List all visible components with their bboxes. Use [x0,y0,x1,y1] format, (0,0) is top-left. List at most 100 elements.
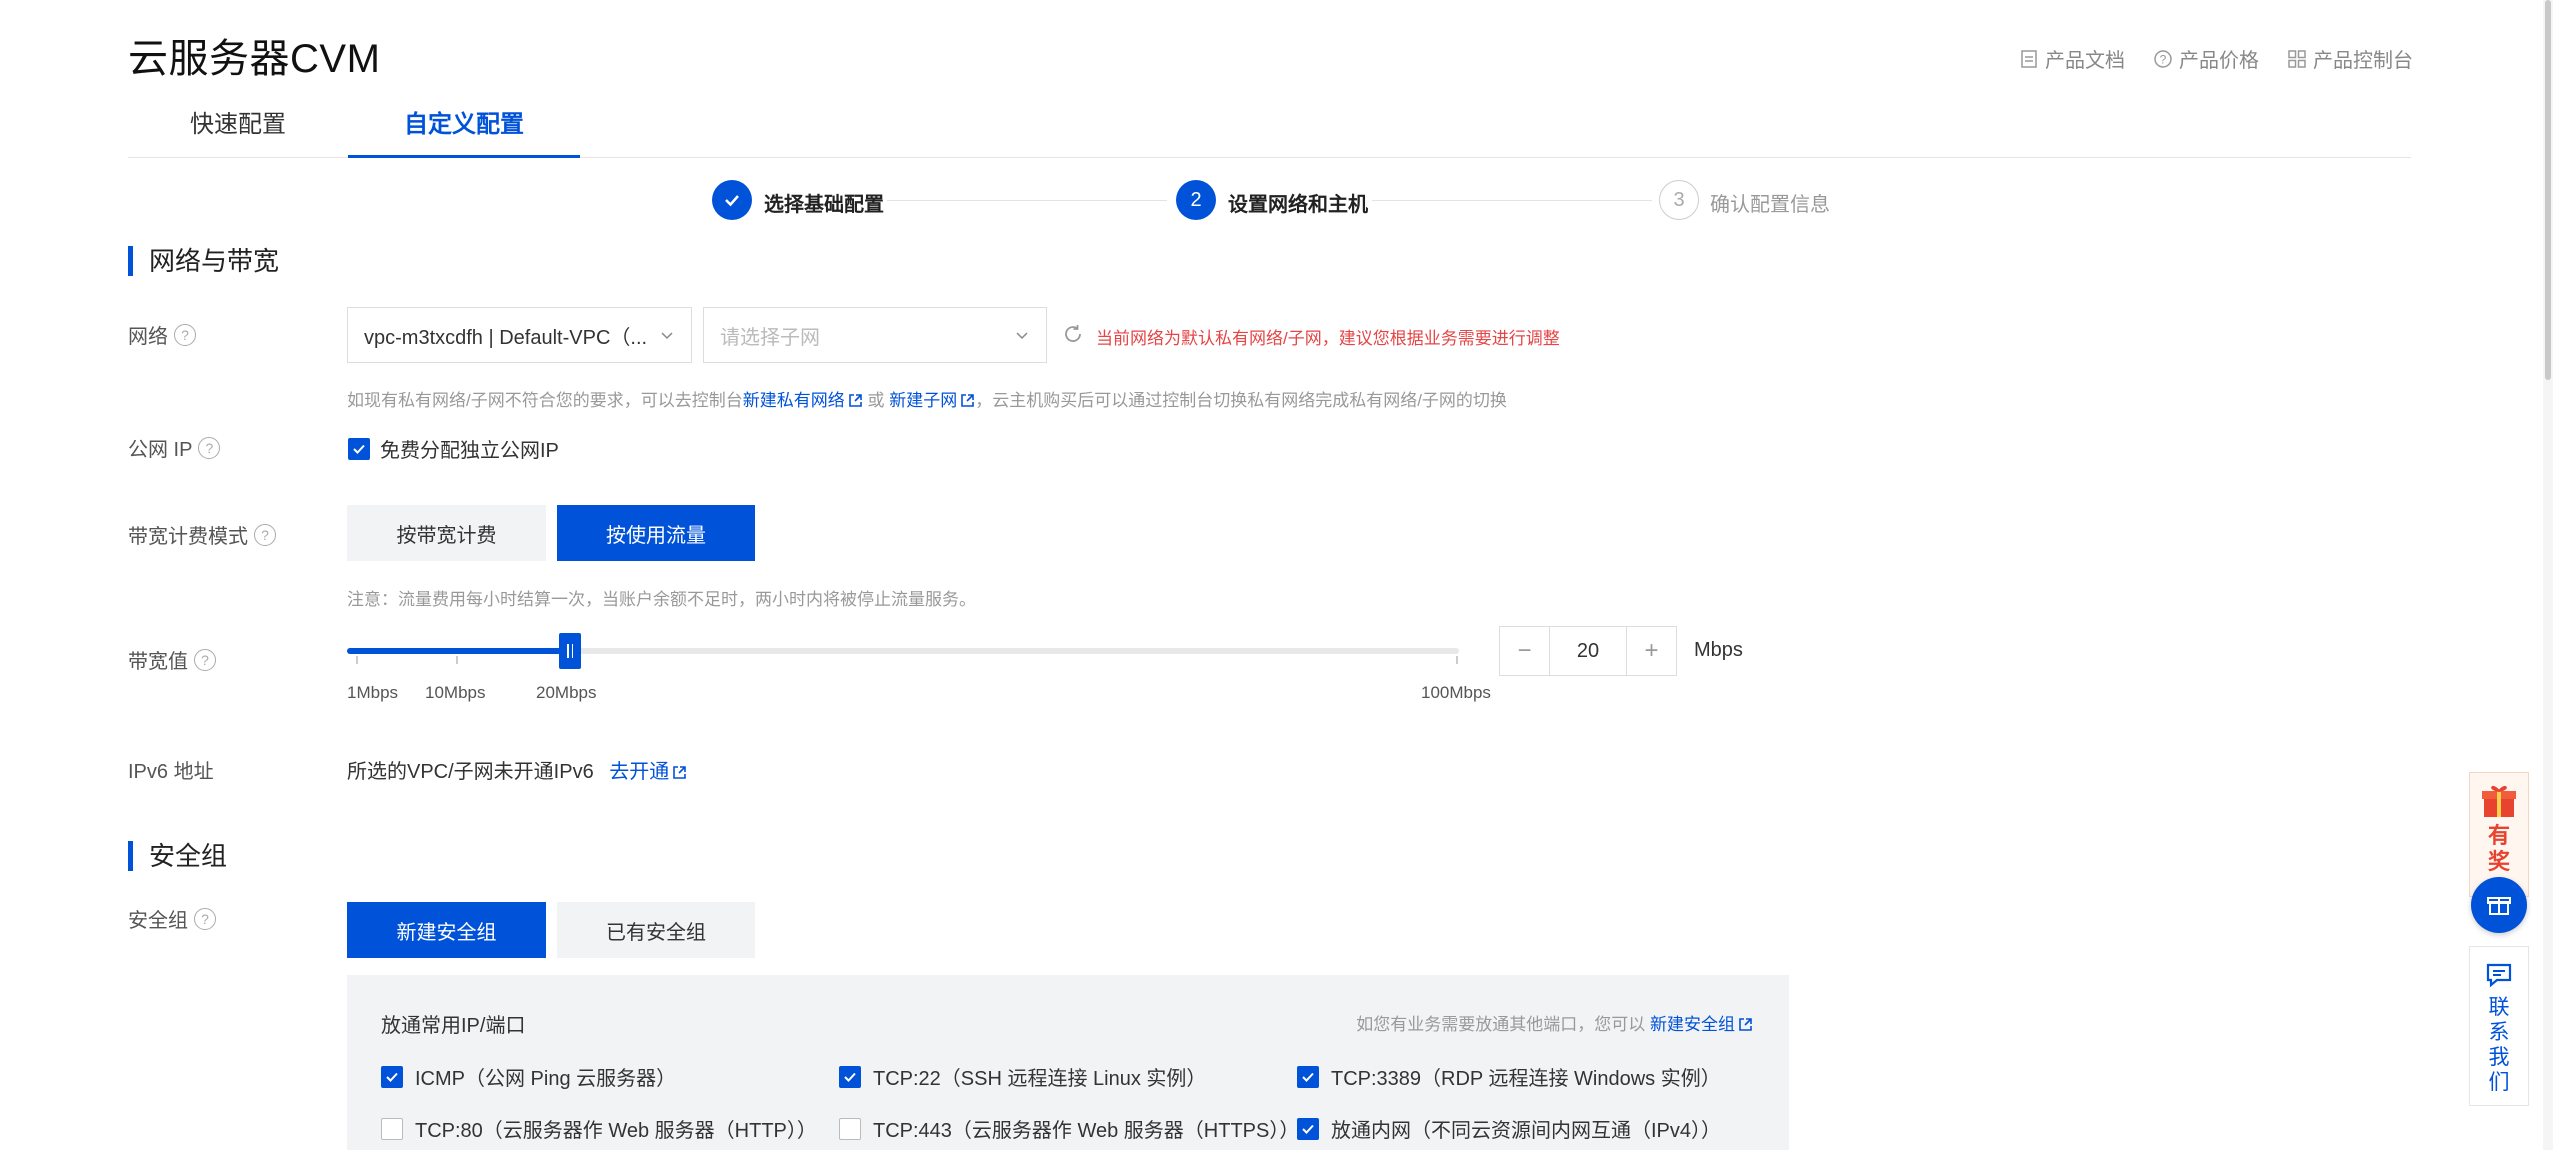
contact-us-widget[interactable]: 联系我们 [2469,946,2529,1106]
billing-by-traffic-button[interactable]: 按使用流量 [557,505,755,561]
contact-us-text: 联系我们 [2488,996,2510,1094]
port-label: TCP:3389（RDP 远程连接 Windows 实例） [1331,1068,1721,1090]
public-ip-checkbox-label: 免费分配独立公网IP [380,440,559,462]
check-icon [1302,1124,1314,1134]
public-ip-label-row: 公网 IP ? [128,433,221,462]
port-option[interactable]: 放通内网（不同云资源间内网互通（IPv4）） [1297,1114,1721,1143]
step-indicator: 选择基础配置 2 设置网络和主机 3 确认配置信息 [712,180,1832,222]
vpc-select-value: vpc-m3txcdfh | Default-VPC（... [364,326,648,349]
config-tabs: 快速配置 自定义配置 [128,100,2411,158]
create-subnet-link-label: 新建子网 [889,391,958,410]
create-vpc-link[interactable]: 新建私有网络 [743,391,863,410]
step-1-check [712,180,752,220]
billing-note: 注意：流量费用每小时结算一次，当账户余额不足时，两小时内将被停止流量服务。 [347,590,976,609]
billing-by-bandwidth-button[interactable]: 按带宽计费 [347,505,546,561]
billing-label-row: 带宽计费模式 ? [128,520,276,549]
bandwidth-stepper: − 20 + [1499,626,1677,676]
subnet-select[interactable]: 请选择子网 [703,307,1047,363]
port-checkbox[interactable] [1297,1117,1319,1140]
create-subnet-link[interactable]: 新建子网 [889,391,975,410]
stepper-minus-button[interactable]: − [1500,627,1550,675]
step-3-circle: 3 [1659,180,1699,220]
security-section-title: 安全组 [128,841,227,871]
step-divider [887,200,1167,201]
stepper-plus-button[interactable]: + [1626,627,1676,675]
tab-quick-config[interactable]: 快速配置 [128,100,348,158]
public-ip-option[interactable]: 免费分配独立公网IP [348,434,559,463]
reward-text: 有奖 [2487,823,2510,874]
bandwidth-label: 带宽值 [128,651,188,673]
slider-tick [456,656,458,664]
step-1-label: 选择基础配置 [764,194,884,216]
check-icon [725,195,739,207]
product-docs-link[interactable]: 产品文档 [2019,44,2125,73]
svg-text:?: ? [2160,52,2167,66]
product-price-link[interactable]: ? 产品价格 [2153,44,2259,73]
existing-security-group-button[interactable]: 已有安全组 [557,902,755,958]
scrollbar-thumb[interactable] [2545,0,2551,380]
port-panel-new-sg-link[interactable]: 新建安全组 [1650,1015,1753,1034]
billing-label: 带宽计费模式 [128,526,248,548]
slider-mark-20: 20Mbps [536,683,597,702]
help-icon[interactable]: ? [198,436,221,459]
network-section-title: 网络与带宽 [128,246,279,276]
port-option[interactable]: TCP:22（SSH 远程连接 Linux 实例） [839,1062,1206,1091]
ipv6-row: 所选的VPC/子网未开通IPv6 去开通 [347,755,687,784]
network-label: 网络 [128,326,168,348]
security-port-panel: 放通常用IP/端口 如您有业务需要放通其他端口，您可以 新建安全组 ICMP（公… [347,975,1789,1150]
page-scrollbar[interactable] [2543,0,2553,1150]
network-hint-pre: 如现有私有网络/子网不符合您的要求，可以去控制台 [347,391,743,410]
public-ip-checkbox[interactable] [348,437,370,460]
port-option[interactable]: ICMP（公网 Ping 云服务器） [381,1062,676,1091]
help-icon[interactable]: ? [194,907,216,930]
public-ip-label: 公网 IP [128,439,193,461]
product-console-link[interactable]: 产品控制台 [2287,44,2413,73]
network-hint-or: 或 [867,391,885,410]
vpc-select[interactable]: vpc-m3txcdfh | Default-VPC（... [347,307,692,363]
header-links: 产品文档 ? 产品价格 产品控制台 [2019,44,2413,73]
port-checkbox[interactable] [381,1117,403,1140]
port-label: TCP:22（SSH 远程连接 Linux 实例） [873,1068,1207,1090]
help-icon[interactable]: ? [194,648,216,671]
external-link-icon [848,394,862,407]
step-2-circle: 2 [1176,180,1216,220]
product-price-label: 产品价格 [2179,50,2259,72]
subnet-select-placeholder: 请选择子网 [720,326,820,349]
bandwidth-slider-handle[interactable] [559,633,581,669]
port-option[interactable]: TCP:3389（RDP 远程连接 Windows 实例） [1297,1062,1721,1091]
step-divider [1372,200,1652,201]
port-checkbox[interactable] [381,1065,403,1088]
port-checkbox[interactable] [1297,1065,1319,1088]
gift-float-button[interactable] [2471,877,2527,933]
ipv6-enable-link[interactable]: 去开通 [609,761,687,783]
document-icon [2021,49,2037,68]
slider-mark-100: 100Mbps [1421,683,1491,702]
port-label: ICMP（公网 Ping 云服务器） [415,1068,677,1090]
help-icon[interactable]: ? [254,523,276,546]
help-icon[interactable]: ? [174,323,196,346]
ipv6-enable-link-label: 去开通 [609,761,670,783]
security-label-row: 安全组 ? [128,904,216,933]
tab-custom-config[interactable]: 自定义配置 [348,100,580,158]
step-2-label: 设置网络和主机 [1228,194,1368,216]
external-link-icon [961,394,975,407]
network-label-row: 网络 ? [128,320,196,349]
slider-tick [1456,656,1458,664]
bandwidth-input[interactable]: 20 [1550,627,1626,675]
port-option[interactable]: TCP:80（云服务器作 Web 服务器（HTTP）） [381,1114,817,1143]
gift-box-icon [2487,897,2511,915]
grid-icon [2288,49,2306,68]
ipv6-label: IPv6 地址 [128,761,214,783]
security-label: 安全组 [128,910,188,932]
port-checkbox[interactable] [839,1117,861,1140]
refresh-icon[interactable] [1062,323,1084,350]
product-docs-label: 产品文档 [2045,50,2125,72]
new-security-group-button[interactable]: 新建安全组 [347,902,546,958]
step-3-label: 确认配置信息 [1710,194,1830,216]
create-vpc-link-label: 新建私有网络 [742,391,845,410]
ipv6-status-text: 所选的VPC/子网未开通IPv6 [347,761,594,783]
port-checkbox[interactable] [839,1065,861,1088]
port-option[interactable]: TCP:443（云服务器作 Web 服务器（HTTPS）） [839,1114,1299,1143]
port-panel-hint-text: 如您有业务需要放通其他端口，您可以 [1356,1015,1646,1034]
network-hint: 如现有私有网络/子网不符合您的要求，可以去控制台新建私有网络 或 新建子网 ，云主… [347,386,1507,411]
